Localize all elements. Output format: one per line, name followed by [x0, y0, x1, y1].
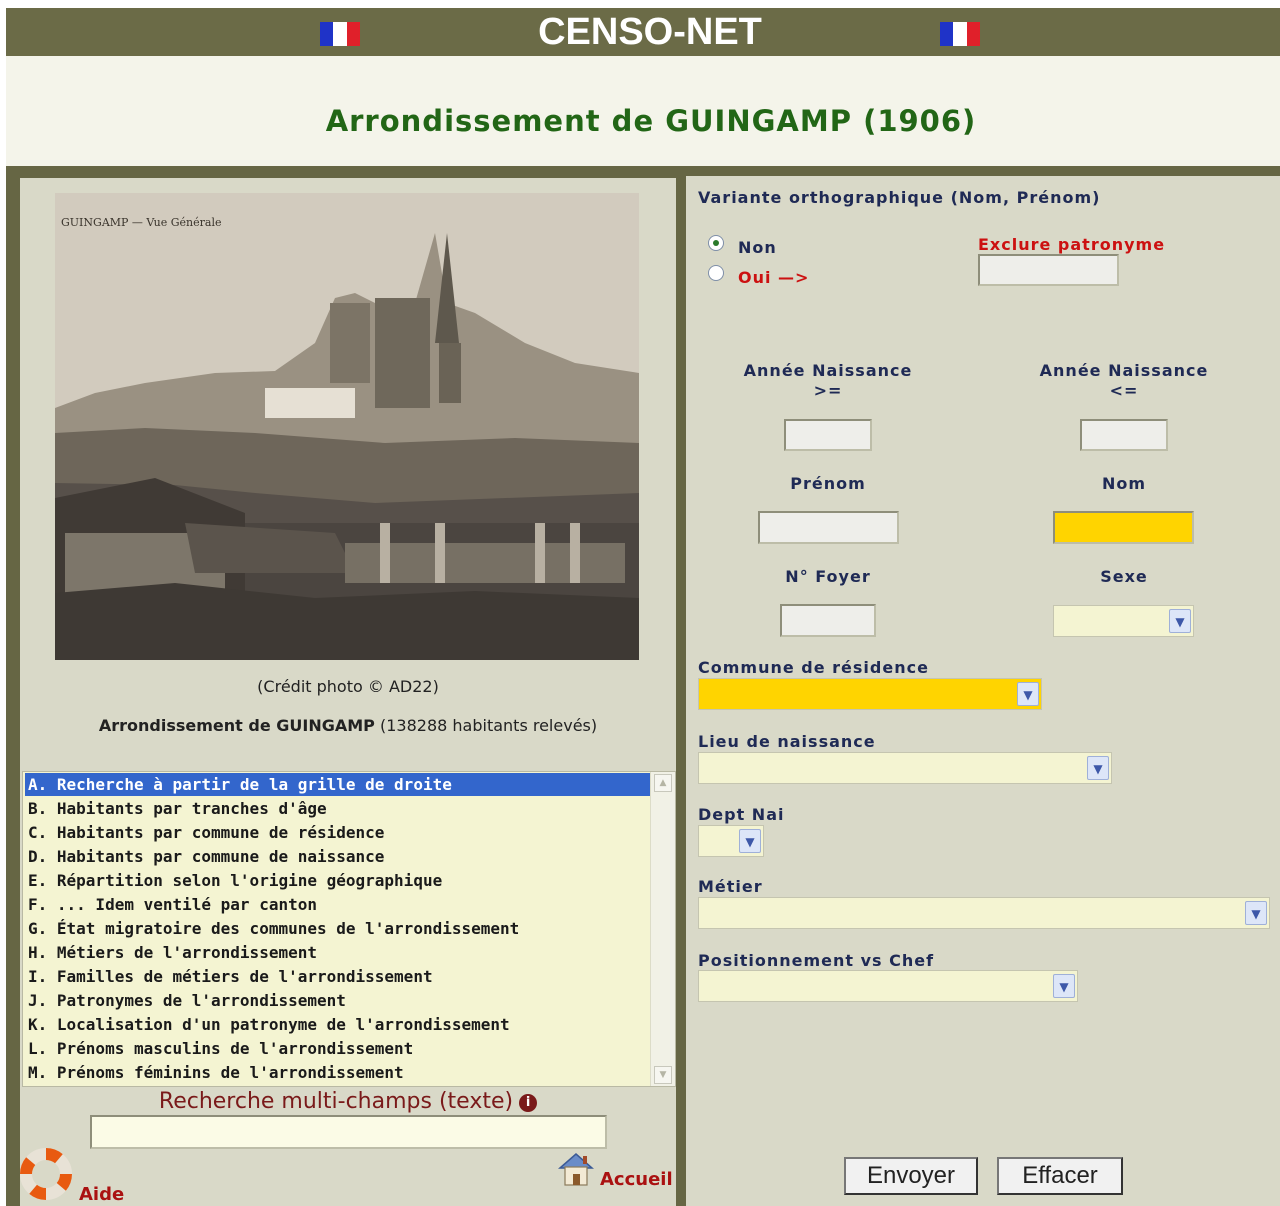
french-flag-icon: [320, 22, 360, 46]
chevron-down-icon[interactable]: ▼: [739, 829, 761, 853]
lastname-input[interactable]: [1053, 511, 1194, 544]
radio-checked-dot: [713, 240, 719, 246]
summary-name: Arrondissement de GUINGAMP: [98, 716, 375, 735]
analysis-menu-list[interactable]: A. Recherche à partir de la grille de dr…: [22, 771, 676, 1087]
site-title: CENSO-NET: [538, 11, 762, 53]
chevron-down-icon[interactable]: ▼: [1087, 756, 1109, 780]
birth-year-max-input[interactable]: [1080, 419, 1168, 451]
menu-item[interactable]: A. Recherche à partir de la grille de dr…: [25, 773, 650, 796]
chevron-down-icon[interactable]: ▼: [1169, 609, 1191, 633]
chevron-down-icon[interactable]: ▼: [1245, 901, 1267, 925]
dept-label: Dept Nai: [698, 805, 785, 824]
multi-search-label: Recherche multi-champs (texte): [158, 1089, 514, 1114]
commune-label: Commune de résidence: [698, 658, 929, 677]
multi-search-label-row: Recherche multi-champs (texte) i: [20, 1089, 676, 1114]
summary-count: (138288 habitants relevés): [374, 716, 598, 735]
menu-item[interactable]: F. ... Idem ventilé par canton: [25, 893, 650, 916]
position-label: Positionnement vs Chef: [698, 951, 935, 970]
scroll-up-icon[interactable]: ▲: [654, 774, 672, 792]
exclude-surname-input[interactable]: [978, 254, 1119, 286]
help-link[interactable]: Aide: [79, 1184, 124, 1205]
menu-item[interactable]: G. État migratoire des communes de l'arr…: [25, 917, 650, 940]
dept-select[interactable]: ▼: [698, 825, 764, 857]
chevron-down-icon[interactable]: ▼: [1053, 974, 1075, 998]
arrondissement-summary: Arrondissement de GUINGAMP (138288 habit…: [20, 716, 676, 735]
birthplace-select[interactable]: ▼: [698, 752, 1112, 784]
radio-oui-label: Oui —>: [738, 268, 810, 287]
menu-item[interactable]: D. Habitants par commune de naissance: [25, 845, 650, 868]
birthplace-label: Lieu de naissance: [698, 732, 876, 751]
menu-item[interactable]: B. Habitants par tranches d'âge: [25, 797, 650, 820]
radio-non-label: Non: [738, 238, 777, 257]
sex-select[interactable]: ▼: [1053, 605, 1194, 637]
household-input[interactable]: [780, 604, 876, 637]
photo-inscription: GUINGAMP — Vue Générale: [61, 216, 221, 229]
menu-item[interactable]: M. Prénoms féminins de l'arrondissement: [25, 1061, 650, 1084]
variant-label: Variante orthographique (Nom, Prénom): [698, 188, 1101, 207]
submit-button[interactable]: Envoyer: [844, 1157, 978, 1195]
french-flag-icon: [940, 22, 980, 46]
firstname-input[interactable]: [758, 511, 899, 544]
home-icon[interactable]: [556, 1150, 596, 1188]
menu-item[interactable]: I. Familles de métiers de l'arrondisseme…: [25, 965, 650, 988]
job-label: Métier: [698, 877, 763, 896]
birth-year-min-operator: >=: [813, 381, 843, 400]
menu-item[interactable]: L. Prénoms masculins de l'arrondissement: [25, 1037, 650, 1060]
home-link[interactable]: Accueil: [600, 1169, 673, 1190]
exclude-surname-label: Exclure patronyme: [978, 235, 1166, 254]
menu-scrollbar[interactable]: ▲ ▼: [650, 772, 675, 1086]
scroll-down-icon[interactable]: ▼: [654, 1066, 672, 1084]
firstname-label: Prénom: [790, 474, 866, 493]
radio-non[interactable]: [708, 235, 724, 251]
menu-item[interactable]: C. Habitants par commune de résidence: [25, 821, 650, 844]
photo-credit: (Crédit photo © AD22): [257, 677, 439, 696]
info-icon[interactable]: i: [519, 1094, 538, 1112]
chevron-down-icon[interactable]: ▼: [1017, 682, 1039, 706]
birth-year-min-label: Année Naissance: [743, 361, 913, 380]
radio-oui[interactable]: [708, 265, 724, 281]
menu-item[interactable]: E. Répartition selon l'origine géographi…: [25, 869, 650, 892]
birth-year-min-input[interactable]: [784, 419, 872, 451]
birth-year-max-label: Année Naissance: [1039, 361, 1209, 380]
menu-item[interactable]: H. Métiers de l'arrondissement: [25, 941, 650, 964]
job-select[interactable]: ▼: [698, 897, 1270, 929]
page-title: Arrondissement de GUINGAMP (1906): [325, 104, 977, 138]
lastname-label: Nom: [1101, 474, 1147, 493]
lifebuoy-help-icon[interactable]: [20, 1148, 72, 1200]
commune-select[interactable]: ▼: [698, 678, 1042, 710]
menu-item[interactable]: J. Patronymes de l'arrondissement: [25, 989, 650, 1012]
reset-button[interactable]: Effacer: [997, 1157, 1123, 1195]
town-photo: GUINGAMP — Vue Générale: [55, 193, 639, 660]
household-label: N° Foyer: [785, 567, 871, 586]
multi-search-input[interactable]: [90, 1115, 607, 1149]
sex-label: Sexe: [1100, 567, 1148, 586]
birth-year-max-operator: <=: [1109, 381, 1139, 400]
position-select[interactable]: ▼: [698, 970, 1078, 1002]
menu-item[interactable]: K. Localisation d'un patronyme de l'arro…: [25, 1013, 650, 1036]
